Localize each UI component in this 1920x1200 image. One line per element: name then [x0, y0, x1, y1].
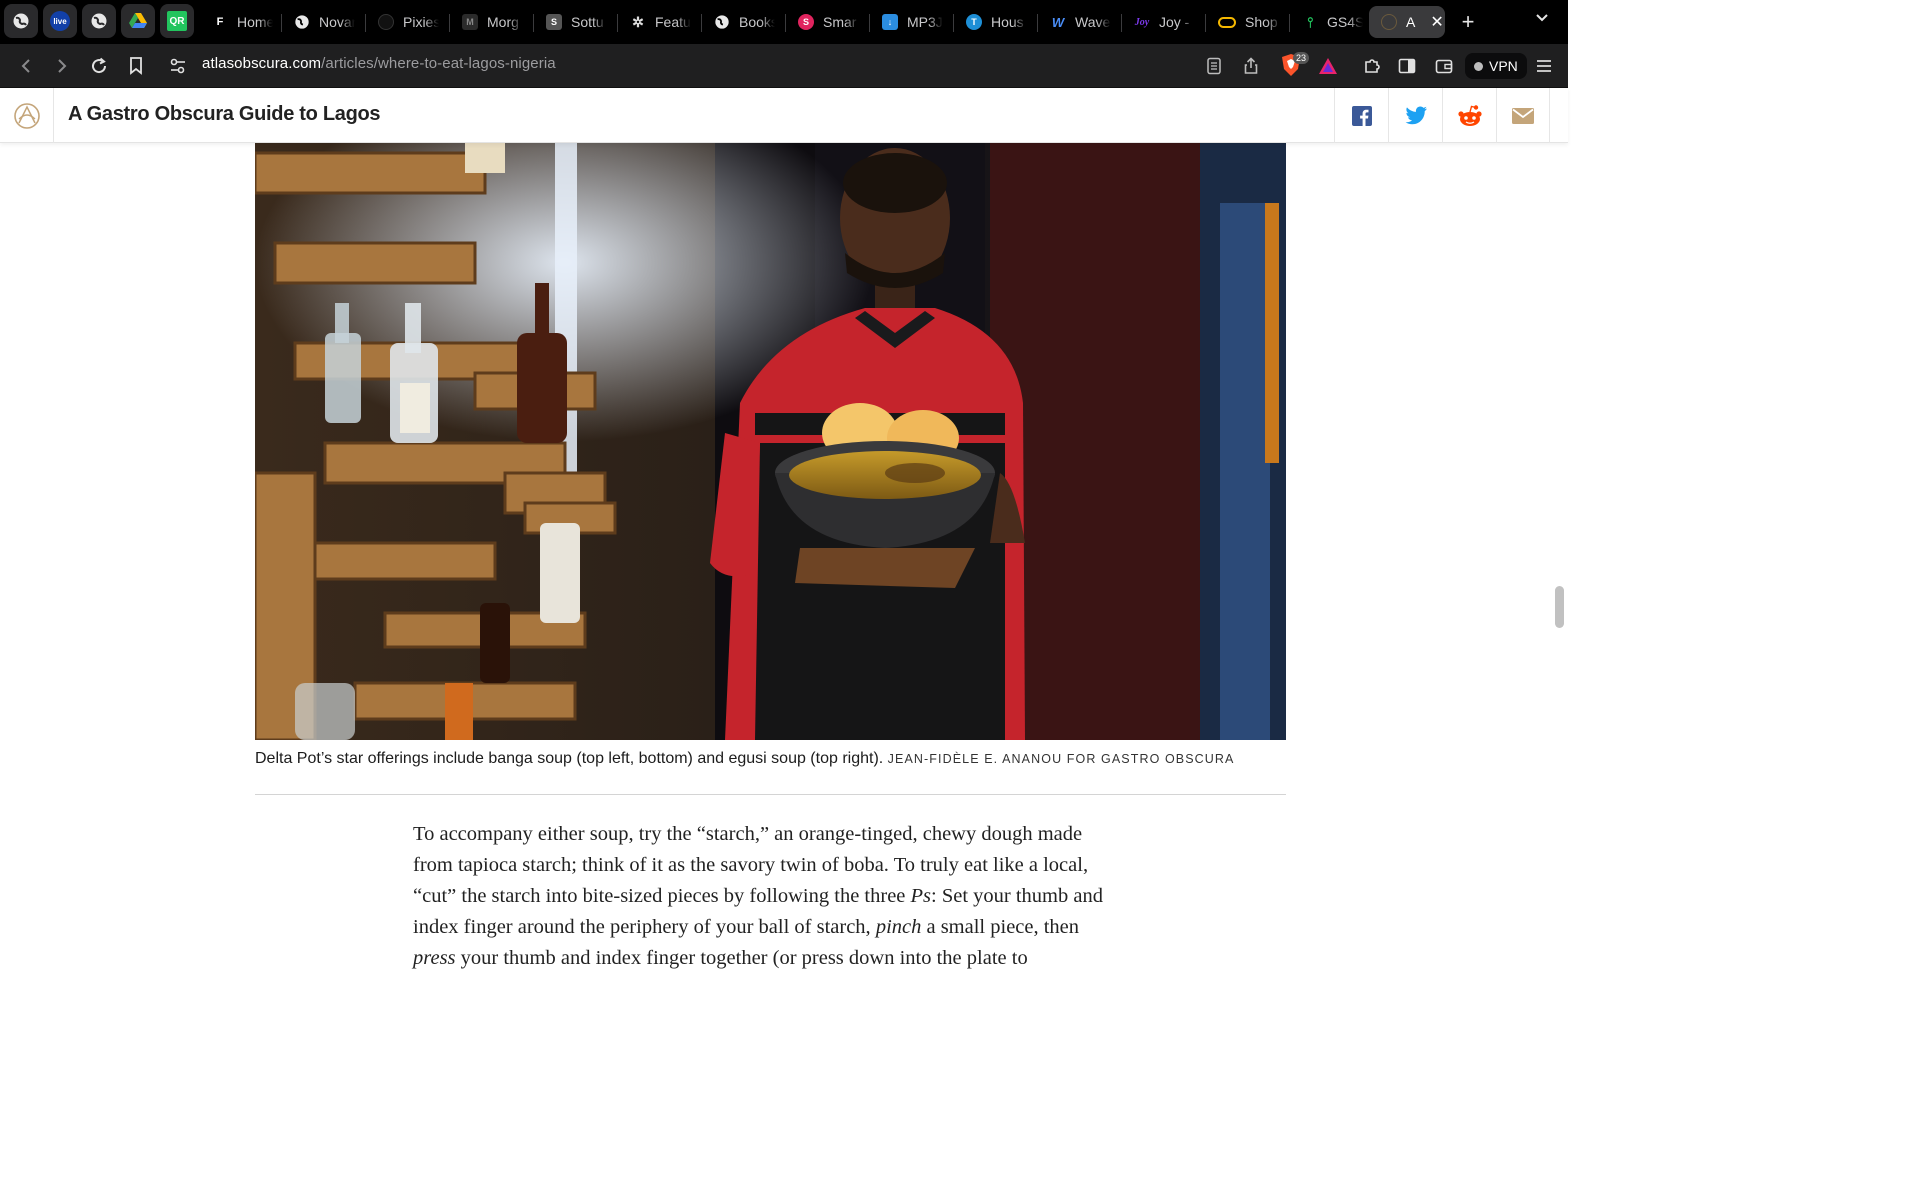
twitter-icon [1405, 106, 1427, 124]
reader-mode-button[interactable] [1202, 54, 1226, 78]
puzzle-icon [1365, 59, 1380, 73]
forward-button[interactable] [50, 54, 74, 78]
bookmark-button[interactable] [124, 54, 148, 78]
pinned-tab-globe-2[interactable] [82, 4, 116, 38]
atlas-obscura-logo-icon [13, 102, 40, 129]
bookmark-icon [130, 57, 142, 75]
restaurant-server-photo [255, 143, 1286, 740]
reddit-icon [1457, 104, 1482, 126]
globe-icon [13, 13, 29, 29]
vpn-button[interactable]: VPN [1465, 53, 1527, 79]
sidebar-icon [1398, 58, 1416, 74]
page-scrollbar[interactable] [1555, 586, 1564, 628]
shield-count-badge: 23 [1293, 52, 1310, 64]
tab-novar[interactable]: Novar [282, 6, 362, 38]
s-logo-icon: S [546, 14, 562, 30]
reload-icon [92, 57, 107, 74]
brave-rewards-icon [1319, 58, 1337, 74]
tab-pixies[interactable]: Pixies [366, 6, 446, 38]
wave-icon: W [1051, 14, 1065, 30]
tab-sottu[interactable]: S Sottu [534, 6, 614, 38]
atlas-logo-icon [1381, 14, 1397, 30]
m-logo-icon: M [462, 14, 478, 30]
share-icon [1244, 57, 1258, 74]
caption-divider [255, 794, 1286, 795]
browser-tab-strip: live QR F Home Novar Pixies M Morg S Sot… [0, 0, 1568, 44]
gear-icon: ✲ [632, 13, 644, 30]
globe-icon [91, 13, 107, 29]
address-bar[interactable]: atlasobscura.com/articles/where-to-eat-l… [202, 55, 556, 72]
new-tab-button[interactable]: + [1458, 8, 1478, 36]
google-drive-icon [129, 13, 147, 28]
site-sticky-header: A Gastro Obscura Guide to Lagos [0, 88, 1568, 143]
pinned-tab-qr[interactable]: QR [160, 4, 194, 38]
hamburger-menu-icon [1537, 60, 1551, 72]
article-paragraph: To accompany either soup, try the “starc… [413, 823, 1103, 969]
f-logo-icon: F [212, 14, 228, 30]
pinned-tab-globe[interactable] [4, 4, 38, 38]
arrow-left-icon [21, 59, 30, 73]
smart-icon: S [798, 14, 814, 30]
url-path: /articles/where-to-eat-lagos-nigeria [321, 55, 556, 72]
sliders-icon [170, 58, 185, 74]
tab-books[interactable]: Books [702, 6, 782, 38]
pinned-tab-drive[interactable] [121, 4, 155, 38]
tab-home[interactable]: F Home [200, 6, 278, 38]
caption-text: Delta Pot’s star offerings include banga… [255, 750, 884, 767]
tab-shop[interactable]: Shop [1206, 6, 1286, 38]
share-reddit-button[interactable] [1442, 88, 1496, 143]
photo-caption: Delta Pot’s star offerings include banga… [255, 749, 1286, 769]
share-twitter-button[interactable] [1388, 88, 1442, 143]
arrow-right-icon [58, 59, 67, 73]
joy-logo-icon: Joy [1134, 16, 1150, 28]
tab-gs4s[interactable]: ⫯ GS4S [1290, 6, 1366, 38]
tab-joy[interactable]: Joy Joy - [1122, 6, 1202, 38]
tab-smar[interactable]: S Smar [786, 6, 866, 38]
reader-icon [1207, 57, 1221, 75]
reload-button[interactable] [87, 54, 111, 78]
share-facebook-button[interactable] [1334, 88, 1388, 143]
vpn-status-icon [1474, 61, 1483, 71]
tab-active[interactable]: A ✕ [1369, 6, 1445, 38]
tab-list-menu-button[interactable] [1534, 10, 1550, 31]
site-settings-button[interactable] [166, 54, 190, 78]
tab-wave[interactable]: W Wave [1038, 6, 1118, 38]
wallet-icon [1435, 59, 1453, 74]
browser-toolbar: atlasobscura.com/articles/where-to-eat-l… [0, 44, 1568, 88]
download-icon: ↓ [882, 14, 898, 30]
gs4s-icon: ⫯ [1306, 13, 1314, 30]
pixies-icon [378, 14, 394, 30]
extensions-button[interactable] [1360, 54, 1384, 78]
live-icon: live [50, 11, 70, 31]
url-host: atlasobscura.com [202, 55, 322, 72]
qr-icon: QR [167, 11, 187, 31]
main-menu-button[interactable] [1532, 54, 1556, 78]
back-button[interactable] [14, 54, 38, 78]
t-logo-icon: T [966, 14, 982, 30]
photo-credit: Jean-Fidèle E. Ananou for Gastro Obscura [887, 752, 1235, 766]
tab-morg[interactable]: M Morg [450, 6, 530, 38]
globe-icon [295, 15, 309, 29]
close-tab-icon[interactable]: ✕ [1430, 12, 1443, 32]
share-page-button[interactable] [1239, 54, 1263, 78]
share-email-button[interactable] [1496, 88, 1550, 143]
brave-rewards-button[interactable] [1316, 54, 1340, 78]
facebook-icon [1351, 105, 1372, 126]
sidebar-toggle-button[interactable] [1395, 54, 1419, 78]
pinned-tab-live[interactable]: live [43, 4, 77, 38]
email-icon [1512, 107, 1534, 124]
chevron-down-icon [1536, 14, 1548, 22]
wallet-button[interactable] [1432, 54, 1456, 78]
globe-icon [715, 15, 729, 29]
article-photo [255, 143, 1286, 740]
tab-mp3j[interactable]: ↓ MP3J [870, 6, 950, 38]
site-logo-link[interactable] [0, 88, 54, 143]
shop-logo-icon [1218, 16, 1236, 28]
page-title[interactable]: A Gastro Obscura Guide to Lagos [68, 103, 381, 126]
tab-hous[interactable]: T Hous [954, 6, 1034, 38]
tab-featu[interactable]: ✲ Featu [618, 6, 698, 38]
